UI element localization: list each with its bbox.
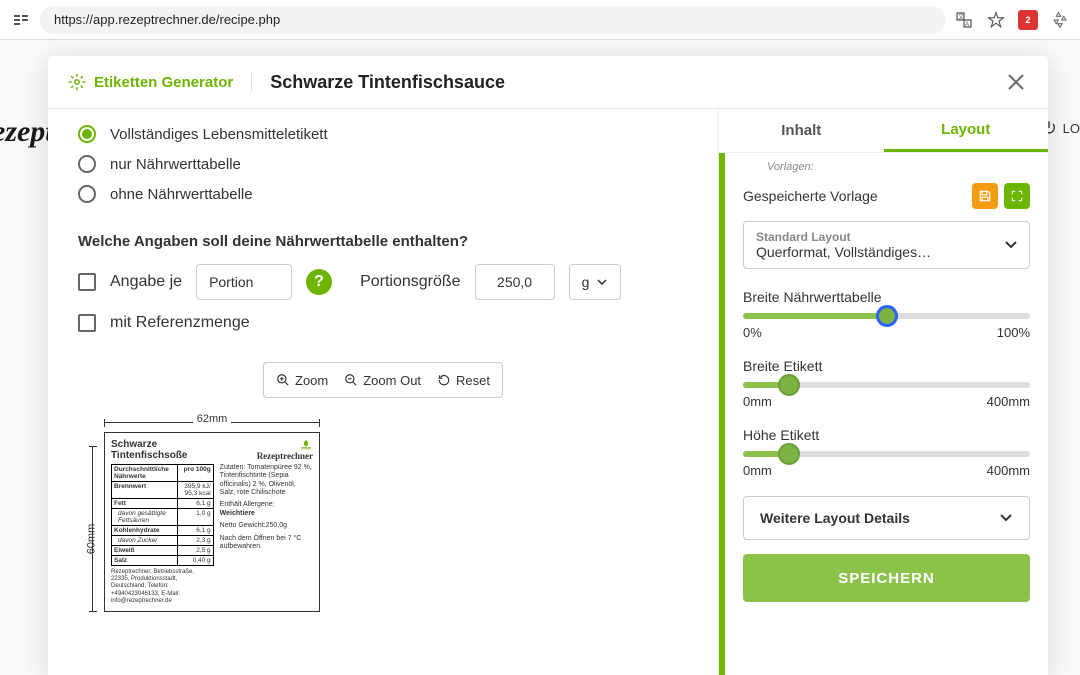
- left-pane: Vollständiges Lebensmitteletikett nur Nä…: [48, 109, 718, 675]
- gear-icon: [68, 73, 86, 91]
- expand-button[interactable]: [1004, 183, 1030, 209]
- slider-track[interactable]: [743, 382, 1030, 388]
- more-details-button[interactable]: Weitere Layout Details: [743, 496, 1030, 540]
- svg-text:A: A: [965, 22, 969, 28]
- per-row: Angabe je Portion ? Portionsgröße 250,0 …: [78, 264, 688, 300]
- zoom-out-icon: [344, 373, 358, 387]
- radio-icon: [78, 185, 96, 203]
- tabs: Inhalt Layout: [719, 109, 1048, 153]
- preview-footer: Rezeptrechner, Betriebsstraße, 22335, Pr…: [111, 569, 214, 605]
- preview-title: Schwarze Tintenfischsoße: [111, 439, 214, 461]
- unit-select[interactable]: g: [569, 264, 621, 300]
- url-text: https://app.rezeptrechner.de/recipe.php: [54, 12, 280, 27]
- slider-thumb[interactable]: [778, 443, 800, 465]
- svg-text:文: 文: [958, 13, 964, 21]
- label-preview: Schwarze Tintenfischsoße Durchschnittlic…: [104, 432, 320, 612]
- checkbox-ref[interactable]: [78, 314, 96, 332]
- zoom-in-button[interactable]: Zoom: [276, 373, 328, 388]
- zoom-out-button[interactable]: Zoom Out: [344, 373, 421, 388]
- chevron-down-icon: [597, 279, 607, 285]
- help-icon[interactable]: ?: [306, 269, 332, 295]
- radio-only-table[interactable]: nur Nährwerttabelle: [78, 149, 688, 179]
- browser-bar: https://app.rezeptrechner.de/recipe.php …: [0, 0, 1080, 40]
- tab-layout[interactable]: Layout: [884, 109, 1049, 152]
- radio-full-label[interactable]: Vollständiges Lebensmitteletikett: [78, 119, 688, 149]
- slider-table-width: Breite Nährwerttabelle 0%100%: [743, 289, 1030, 340]
- slider-label: Breite Nährwerttabelle: [743, 289, 1030, 305]
- browser-icons: 文A 2: [954, 10, 1070, 30]
- modal-body: Vollständiges Lebensmitteletikett nur Nä…: [48, 109, 1048, 675]
- angabe-je-label: Angabe je: [110, 273, 182, 291]
- ref-label: mit Referenzmenge: [110, 314, 250, 332]
- layout-select[interactable]: Standard Layout Querformat, Vollständige…: [743, 221, 1030, 269]
- leaf-icon: [299, 439, 313, 451]
- extension-icon[interactable]: 2: [1018, 10, 1038, 30]
- reset-icon: [437, 373, 451, 387]
- templates-label: Vorlagen:: [743, 161, 1030, 173]
- slider-label: Breite Etikett: [743, 358, 1030, 374]
- save-button[interactable]: SPEICHERN: [743, 554, 1030, 602]
- checkbox-angabe-je[interactable]: [78, 273, 96, 291]
- reset-button[interactable]: Reset: [437, 373, 490, 388]
- save-template-button[interactable]: [972, 183, 998, 209]
- portionsize-label: Portionsgröße: [360, 273, 461, 291]
- chevron-down-icon: [999, 514, 1013, 522]
- slider-track[interactable]: [743, 313, 1030, 319]
- preview-column: 62mm Schwarze Tintenfischsoße Durchschni…: [104, 406, 688, 612]
- zoom-bar: Zoom Zoom Out Reset: [78, 362, 688, 398]
- portion-select[interactable]: Portion: [196, 264, 292, 300]
- preview-brand: Rezeptrechner: [220, 439, 313, 462]
- slider-thumb[interactable]: [778, 374, 800, 396]
- modal-header: Etiketten Generator Schwarze Tintenfisch…: [48, 56, 1048, 109]
- ruler-horizontal: 62mm: [104, 406, 320, 432]
- radio-icon: [78, 155, 96, 173]
- slider-thumb[interactable]: [876, 305, 898, 327]
- tab-inhalt[interactable]: Inhalt: [719, 109, 884, 152]
- scroll-indicator: [719, 153, 725, 675]
- portion-value-input[interactable]: 250,0: [475, 264, 555, 300]
- save-icon: [978, 189, 992, 203]
- saved-label: Gespeicherte Vorlage: [743, 188, 878, 204]
- preview-area: 60mm 62mm Schwarze Tintenfischsoße Durch…: [78, 406, 688, 612]
- radio-no-table[interactable]: ohne Nährwerttabelle: [78, 179, 688, 209]
- star-icon[interactable]: [986, 10, 1006, 30]
- slider-track[interactable]: [743, 451, 1030, 457]
- right-pane: Inhalt Layout Vorlagen: Gespeicherte Vor…: [718, 109, 1048, 675]
- zoom-in-icon: [276, 373, 290, 387]
- section-question: Welche Angaben soll deine Nährwerttabell…: [78, 233, 688, 250]
- translate-icon[interactable]: 文A: [954, 10, 974, 30]
- right-scroll: Vorlagen: Gespeicherte Vorlage Standard …: [719, 153, 1048, 675]
- radio-icon: [78, 125, 96, 143]
- site-info-icon[interactable]: [10, 9, 32, 31]
- slider-label-width: Breite Etikett 0mm400mm: [743, 358, 1030, 409]
- ruler-vertical: 60mm: [78, 406, 104, 612]
- nutrition-table: Durchschnittliche Nährwertepro 100g Bren…: [111, 464, 214, 566]
- close-icon[interactable]: [1004, 70, 1028, 94]
- zoom-controls: Zoom Zoom Out Reset: [263, 362, 503, 398]
- slider-label-height: Höhe Etikett 0mm400mm: [743, 427, 1030, 478]
- generator-label: Etiketten Generator: [68, 73, 252, 91]
- chevron-down-icon: [1005, 241, 1017, 249]
- slider-label: Höhe Etikett: [743, 427, 1030, 443]
- recycle-icon[interactable]: [1050, 10, 1070, 30]
- saved-row: Gespeicherte Vorlage: [743, 183, 1030, 209]
- modal: Etiketten Generator Schwarze Tintenfisch…: [48, 56, 1048, 675]
- url-bar[interactable]: https://app.rezeptrechner.de/recipe.php: [40, 6, 946, 34]
- recipe-title: Schwarze Tintenfischsauce: [270, 72, 505, 93]
- ref-row: mit Referenzmenge: [78, 314, 688, 332]
- expand-icon: [1010, 189, 1024, 203]
